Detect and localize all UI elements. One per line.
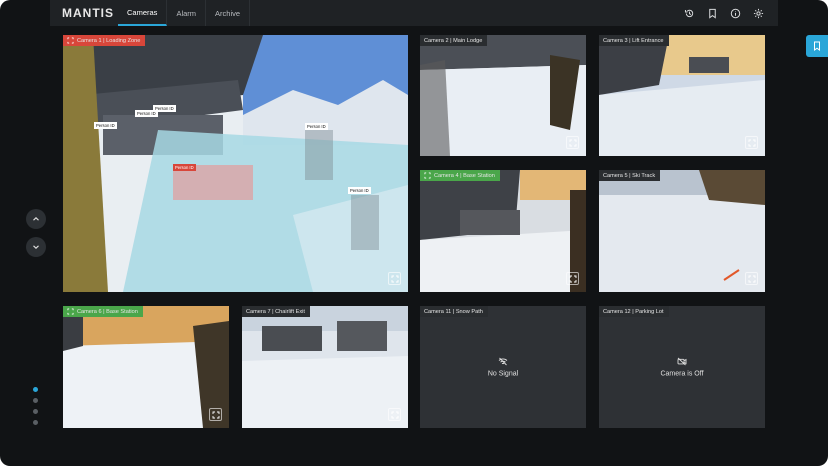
fullscreen-button[interactable] [745, 272, 758, 285]
expand-icon [391, 411, 398, 418]
camera-tile-4[interactable]: Camera 4 | Base Station [420, 170, 586, 292]
fullscreen-button[interactable] [566, 136, 579, 149]
camera-tile-1[interactable]: Camera 1 | Loading Zone Person ID Person… [63, 35, 408, 292]
page-dot[interactable] [33, 387, 38, 392]
camera-feed [599, 35, 765, 156]
expand-icon [569, 275, 576, 282]
camera-off-icon [677, 357, 687, 366]
scroll-up-button[interactable] [26, 209, 46, 229]
camera-tile-3[interactable]: Camera 3 | Lift Entrance [599, 35, 765, 156]
page-indicator [33, 387, 38, 425]
camera-name: Camera 2 | Main Lodge [424, 37, 483, 44]
info-icon[interactable] [730, 8, 741, 19]
history-icon[interactable] [684, 8, 695, 19]
top-bar: MANTIS Cameras Alarm Archive [50, 0, 778, 26]
camera-label: Camera 12 | Parking Lot [599, 306, 669, 317]
expand-icon [569, 139, 576, 146]
bookmarks-panel-button[interactable] [806, 35, 828, 57]
chevron-down-icon [33, 245, 39, 249]
fullscreen-button[interactable] [745, 136, 758, 149]
camera-tile-11[interactable]: Camera 11 | Snow Path No Signal [420, 306, 586, 428]
fullscreen-button[interactable] [209, 408, 222, 421]
camera-label: Camera 11 | Snow Path [420, 306, 488, 317]
camera-name: Camera 5 | Ski Track [603, 172, 656, 179]
camera-tile-2[interactable]: Camera 2 | Main Lodge [420, 35, 586, 156]
app-window: MANTIS Cameras Alarm Archive Camera 1 | … [0, 0, 828, 466]
expand-icon [391, 275, 398, 282]
camera-name: Camera 11 | Snow Path [424, 308, 483, 315]
page-dot[interactable] [33, 420, 38, 425]
expand-icon [748, 275, 755, 282]
camera-feed [420, 170, 586, 292]
camera-off-message: Camera is Off [599, 357, 765, 378]
page-dot[interactable] [33, 409, 38, 414]
camera-label: Camera 2 | Main Lodge [420, 35, 488, 46]
tab-archive[interactable]: Archive [206, 0, 251, 26]
camera-feed [242, 306, 408, 428]
camera-label: Camera 1 | Loading Zone [63, 35, 146, 46]
camera-label: Camera 3 | Lift Entrance [599, 35, 669, 46]
detection-icon [67, 308, 74, 315]
tab-cameras[interactable]: Cameras [118, 0, 168, 26]
camera-label: Camera 5 | Ski Track [599, 170, 661, 181]
fullscreen-button[interactable] [388, 408, 401, 421]
camera-label: Camera 7 | Chairlift Exit [242, 306, 310, 317]
detection-tag: Person ID [153, 105, 176, 112]
detection-tag: Person ID [305, 123, 328, 130]
expand-icon [748, 139, 755, 146]
camera-feed [63, 306, 229, 428]
camera-tile-5[interactable]: Camera 5 | Ski Track [599, 170, 765, 292]
detection-tag: Person ID [94, 122, 117, 129]
top-toolbar [684, 8, 778, 19]
page-dot[interactable] [33, 398, 38, 403]
camera-label: Camera 6 | Base Station [63, 306, 143, 317]
camera-name: Camera 1 | Loading Zone [77, 37, 141, 44]
bookmark-icon[interactable] [707, 8, 718, 19]
no-signal-message: No Signal [420, 357, 586, 378]
detection-tag: Person ID [348, 187, 371, 194]
camera-tile-12[interactable]: Camera 12 | Parking Lot Camera is Off [599, 306, 765, 428]
status-text: Camera is Off [660, 370, 704, 378]
camera-tile-7[interactable]: Camera 7 | Chairlift Exit [242, 306, 408, 428]
camera-name: Camera 6 | Base Station [77, 308, 138, 315]
scroll-down-button[interactable] [26, 237, 46, 257]
camera-name: Camera 12 | Parking Lot [603, 308, 664, 315]
detection-icon [67, 37, 74, 44]
camera-feed [63, 35, 408, 292]
status-text: No Signal [487, 370, 519, 378]
no-signal-icon [498, 357, 508, 366]
camera-feed [420, 35, 586, 156]
camera-tile-6[interactable]: Camera 6 | Base Station [63, 306, 229, 428]
bookmark-icon [814, 41, 820, 51]
camera-label: Camera 4 | Base Station [420, 170, 500, 181]
main-tabs: Cameras Alarm Archive [118, 0, 251, 26]
fullscreen-button[interactable] [388, 272, 401, 285]
camera-name: Camera 4 | Base Station [434, 172, 495, 179]
app-logo: MANTIS [62, 6, 114, 20]
detection-icon [424, 172, 431, 179]
gear-icon[interactable] [753, 8, 764, 19]
chevron-up-icon [33, 217, 39, 221]
tab-alarm[interactable]: Alarm [167, 0, 207, 26]
expand-icon [212, 411, 219, 418]
fullscreen-button[interactable] [566, 272, 579, 285]
camera-feed [599, 170, 765, 292]
camera-name: Camera 3 | Lift Entrance [603, 37, 664, 44]
camera-name: Camera 7 | Chairlift Exit [246, 308, 305, 315]
detection-tag: Person ID [173, 164, 196, 171]
